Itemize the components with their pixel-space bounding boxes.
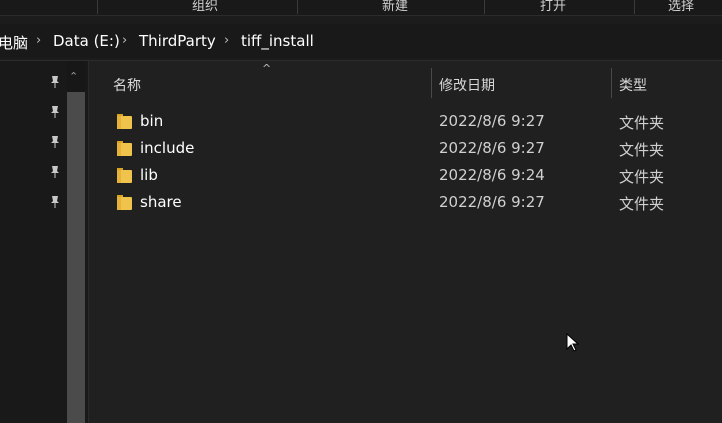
nav-scrollbar-thumb[interactable] (67, 92, 85, 423)
ribbon-toolbar: 组织 新建 打开 选择 (0, 0, 722, 16)
file-type: 文件夹 (619, 141, 665, 159)
ribbon-separator (634, 0, 635, 14)
column-header-name[interactable]: 名称 (113, 75, 141, 95)
breadcrumb-thirdparty[interactable]: ThirdParty (139, 32, 216, 50)
folder-icon (117, 141, 132, 156)
chevron-right-icon[interactable]: › (224, 33, 229, 48)
folder-icon (117, 114, 132, 129)
pin-icon[interactable] (49, 75, 61, 89)
pin-icon[interactable] (49, 195, 61, 209)
mouse-cursor-icon (566, 333, 580, 352)
pin-icon[interactable] (49, 135, 61, 149)
chevron-right-icon[interactable]: › (36, 33, 41, 48)
list-item[interactable]: lib 2022/8/6 9:24 文件夹 (89, 162, 722, 189)
pin-icon[interactable] (49, 105, 61, 119)
ribbon-separator (97, 0, 98, 14)
file-date: 2022/8/6 9:27 (439, 139, 545, 157)
sort-ascending-icon: ^ (262, 62, 272, 75)
file-type: 文件夹 (619, 168, 665, 186)
breadcrumb-this-pc[interactable]: 电脑 (0, 32, 28, 53)
breadcrumb-tiff-install[interactable]: tiff_install (241, 32, 314, 50)
list-item[interactable]: share 2022/8/6 9:27 文件夹 (89, 189, 722, 216)
file-type: 文件夹 (619, 114, 665, 132)
breadcrumb-drive[interactable]: Data (E:) (53, 32, 120, 50)
address-bar[interactable]: 电脑 › Data (E:) › ThirdParty › tiff_insta… (0, 24, 722, 58)
file-date: 2022/8/6 9:27 (439, 193, 545, 211)
file-name[interactable]: share (140, 193, 182, 211)
file-name[interactable]: lib (140, 166, 158, 184)
ribbon-group-open[interactable]: 打开 (540, 0, 566, 14)
ribbon-group-organize[interactable]: 组织 (192, 0, 218, 14)
list-item[interactable]: bin 2022/8/6 9:27 文件夹 (89, 108, 722, 135)
column-header-date[interactable]: 修改日期 (439, 75, 495, 95)
scroll-up-icon[interactable]: ⌃ (69, 70, 78, 83)
ribbon-separator (297, 0, 298, 14)
ribbon-group-select[interactable]: 选择 (668, 0, 694, 14)
pin-icon[interactable] (49, 165, 61, 179)
file-date: 2022/8/6 9:24 (439, 166, 545, 184)
ribbon-separator (484, 0, 485, 14)
file-name[interactable]: include (140, 139, 194, 157)
list-item[interactable]: include 2022/8/6 9:27 文件夹 (89, 135, 722, 162)
column-header-type[interactable]: 类型 (619, 75, 647, 95)
column-resize-handle[interactable] (431, 68, 432, 98)
chevron-right-icon[interactable]: › (122, 33, 127, 48)
folder-icon (117, 168, 132, 183)
folder-icon (117, 195, 132, 210)
file-date: 2022/8/6 9:27 (439, 112, 545, 130)
file-name[interactable]: bin (140, 112, 163, 130)
file-type: 文件夹 (619, 195, 665, 213)
ribbon-group-new[interactable]: 新建 (382, 0, 408, 14)
column-resize-handle[interactable] (611, 68, 612, 98)
